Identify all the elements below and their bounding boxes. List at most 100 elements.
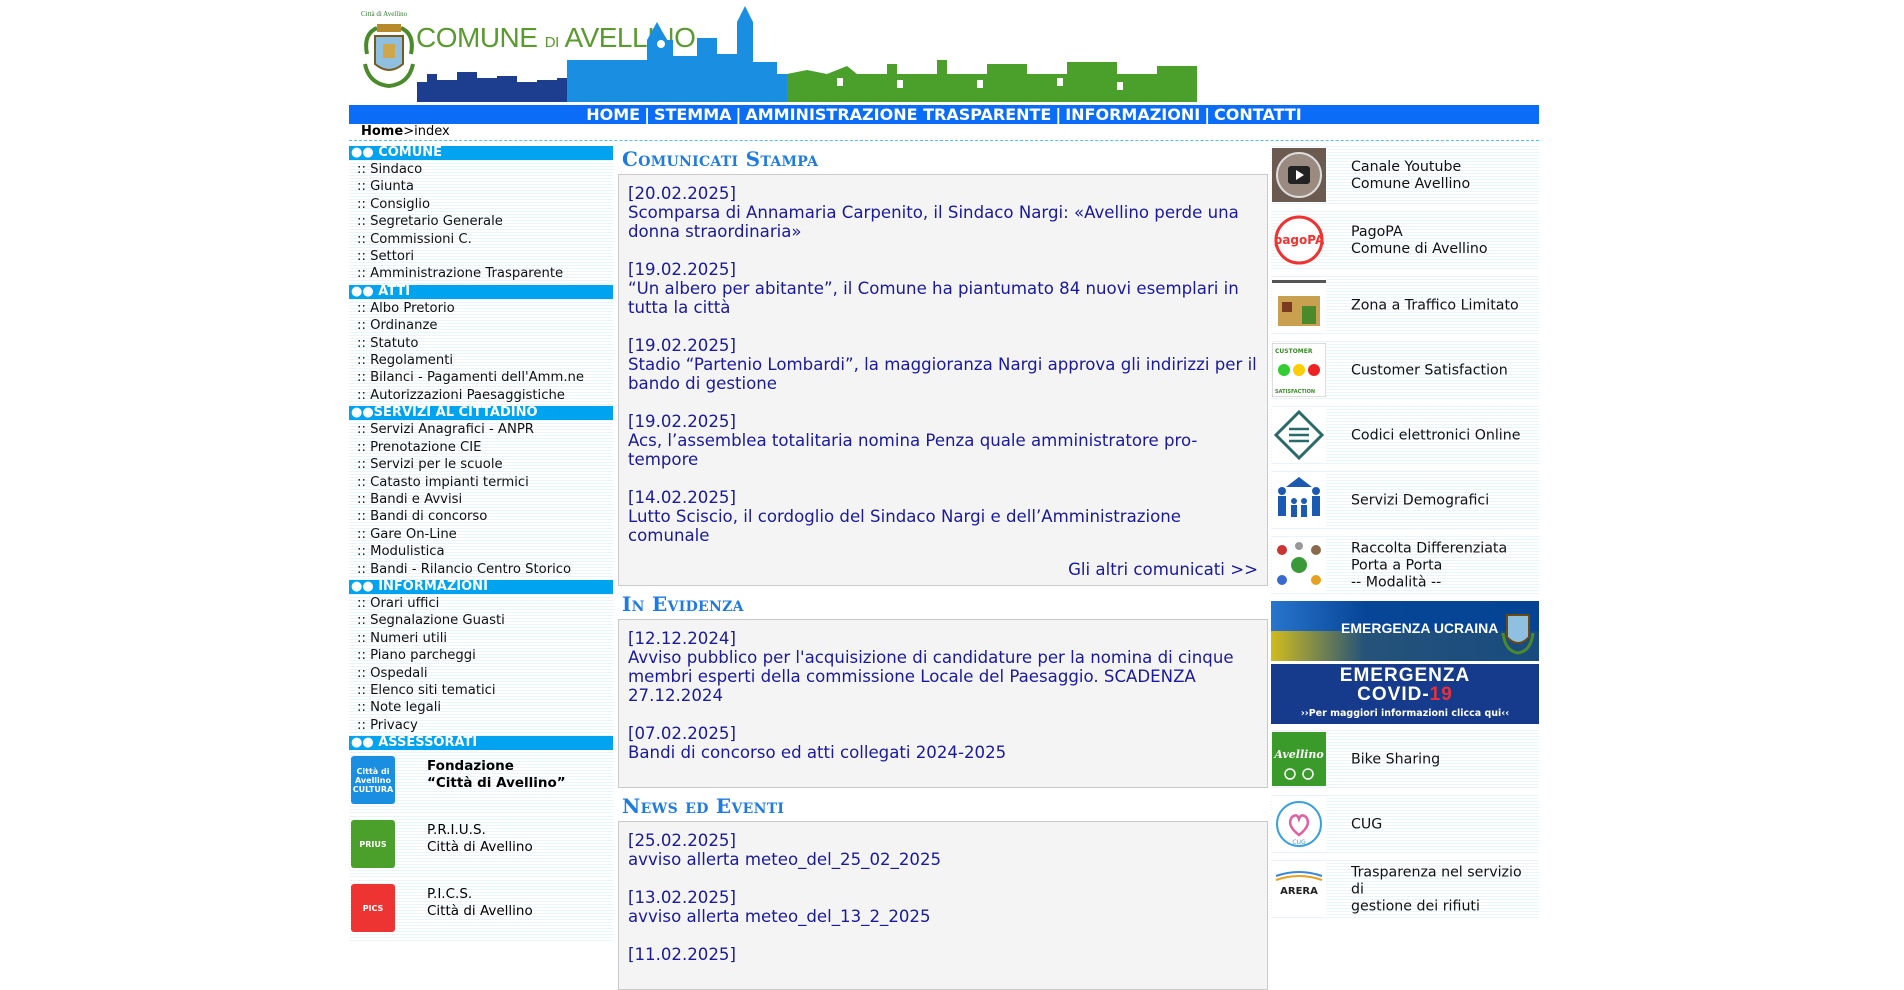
sidebar-item-elenco-siti-tematici[interactable]: :: Elenco siti tematici — [349, 682, 613, 699]
ztl-icon — [1272, 278, 1326, 332]
sidebar-item-giunta[interactable]: :: Giunta — [349, 178, 613, 195]
right-sidebar: Canale Youtube Comune Avellino pagoPA PagoP… — [1271, 146, 1539, 925]
news-item[interactable]: [25.02.2025] avviso allerta meteo_del_25_… — [628, 831, 1258, 869]
link-trasparenza-nel-servizio-di[interactable]: ARERA Trasparenza nel servizio di gestione… — [1271, 860, 1539, 920]
emergenza-ucraina-banner[interactable]: EMERGENZA UCRAINA — [1271, 601, 1539, 661]
bike-sharing-icon: Avellino — [1272, 732, 1326, 786]
sidebar-item-segnalazione-guasti[interactable]: :: Segnalazione Guasti — [349, 612, 613, 629]
svg-text:ARERA: ARERA — [1280, 886, 1318, 897]
sidebar-item-regolamenti[interactable]: :: Regolamenti — [349, 352, 613, 369]
link-label: Trasparenza nel servizio di gestione dei … — [1351, 864, 1522, 915]
news-item[interactable]: [07.02.2025] Bandi di concorso ed atti co… — [628, 724, 1258, 762]
news-title: “Un albero per abitante”, il Comune ha p… — [628, 279, 1239, 317]
news-date: [20.02.2025] — [628, 184, 736, 203]
sidebar-item-autorizzazioni-paesaggistiche[interactable]: :: Autorizzazioni Paesaggistiche — [349, 387, 613, 404]
link-label: Canale Youtube Comune Avellino — [1351, 159, 1471, 192]
news-item[interactable]: [14.02.2025] Lutto Sciscio, il cordoglio … — [628, 488, 1258, 545]
sidebar-item-piano-parcheggi[interactable]: :: Piano parcheggi — [349, 647, 613, 664]
sidebar-item-sindaco[interactable]: :: Sindaco — [349, 161, 613, 178]
menu-3: :: Orari uffici:: Segnalazione Guasti:: … — [349, 593, 613, 737]
comunicati-title: Comunicati Stampa — [622, 147, 819, 171]
sidebar-item-ospedali[interactable]: :: Ospedali — [349, 665, 613, 682]
sidebar-item-bandi-di-concorso[interactable]: :: Bandi di concorso — [349, 508, 613, 525]
news-item[interactable]: [12.12.2024] Avviso pubblico per l'acquis… — [628, 629, 1258, 705]
sidebar-item-bandi-rilancio-centro-storico[interactable]: :: Bandi - Rilancio Centro Storico — [349, 561, 613, 578]
sidebar-item-bandi-e-avvisi[interactable]: :: Bandi e Avvisi — [349, 491, 613, 508]
link-label: PagoPA Comune di Avellino — [1351, 224, 1488, 257]
sidebar-item-bilanci-pagamenti-dell-amm-ne[interactable]: :: Bilanci - Pagamenti dell'Amm.ne — [349, 369, 613, 386]
sidebar-item-statuto[interactable]: :: Statuto — [349, 335, 613, 352]
sidebar-item-amministrazione-trasparente[interactable]: :: Amministrazione Trasparente — [349, 265, 613, 282]
nav-contatti[interactable]: CONTATTI — [1214, 105, 1302, 124]
eventi-box: [25.02.2025] avviso allerta meteo_del_25_… — [618, 821, 1268, 990]
promo-label: P.I.C.S. Città di Avellino — [427, 886, 533, 920]
link-label: Customer Satisfaction — [1351, 362, 1508, 379]
emergenza-covid-banner[interactable]: EMERGENZA COVID-19 ››Per maggiori inform… — [1271, 664, 1539, 724]
citt-di-avellino-cultura-logo-icon: Città di Avellino CULTURA — [351, 756, 395, 805]
youtube-icon — [1272, 148, 1326, 202]
sidebar-item-segretario-generale[interactable]: :: Segretario Generale — [349, 213, 613, 230]
link-codici-elettronici-online[interactable]: Codici elettronici Online — [1271, 406, 1539, 466]
sidebar-item-catasto-impianti-termici[interactable]: :: Catasto impianti termici — [349, 474, 613, 491]
sidebar-item-ordinanze[interactable]: :: Ordinanze — [349, 317, 613, 334]
news-item[interactable]: [11.02.2025] — [628, 945, 1258, 964]
promo-fondazione[interactable]: Città di Avellino CULTURA Fondazione “Citt… — [349, 752, 613, 815]
news-title: avviso allerta meteo_del_25_02_2025 — [628, 850, 942, 869]
news-date: [11.02.2025] — [628, 945, 736, 964]
nav-home[interactable]: HOME — [586, 105, 640, 124]
sidebar-item-gare-on-line[interactable]: :: Gare On-Line — [349, 526, 613, 543]
sidebar-item-numeri-utili[interactable]: :: Numeri utili — [349, 630, 613, 647]
sidebar-item-commissioni-c[interactable]: :: Commissioni C. — [349, 231, 613, 248]
promo-label: Fondazione “Città di Avellino” — [427, 758, 566, 792]
news-item[interactable]: [19.02.2025] Stadio “Partenio Lombardi”, … — [628, 336, 1258, 393]
menu-0: :: Sindaco:: Giunta:: Consiglio:: Segret… — [349, 160, 613, 285]
pics-logo-icon: PICS — [351, 884, 395, 933]
sidebar-item-servizi-per-le-scuole[interactable]: :: Servizi per le scuole — [349, 456, 613, 473]
link-label: CUG — [1351, 816, 1383, 833]
news-title: Scomparsa di Annamaria Carpenito, il Sin… — [628, 203, 1239, 241]
sidebar-item-privacy[interactable]: :: Privacy — [349, 717, 613, 734]
breadcrumb-current: index — [414, 124, 450, 139]
eventi-title: News ed Eventi — [622, 794, 785, 818]
arera-icon: ARERA — [1272, 862, 1326, 916]
svg-text:pagoPA: pagoPA — [1274, 233, 1325, 247]
banner-covid-line2: COVID-19 — [1357, 684, 1453, 705]
link-pagopa[interactable]: pagoPA PagoPA Comune di Avellino — [1271, 211, 1539, 271]
nav-amministrazione-trasparente[interactable]: AMMINISTRAZIONE TRASPARENTE — [745, 105, 1051, 124]
news-date: [19.02.2025] — [628, 336, 736, 355]
link-label: Raccolta Differenziata Porta a Porta -- Mo… — [1351, 540, 1508, 591]
section-title-4: ●● ASSESSORATI — [349, 736, 613, 751]
link-servizi-demografici[interactable]: Servizi Demografici — [1271, 471, 1539, 531]
svg-text:CUSTOMER: CUSTOMER — [1275, 348, 1313, 355]
breadcrumb: Home>index — [361, 124, 450, 139]
pagopa-icon: pagoPA — [1272, 213, 1326, 267]
news-title: Stadio “Partenio Lombardi”, la maggioran… — [628, 355, 1257, 393]
sidebar-item-albo-pretorio[interactable]: :: Albo Pretorio — [349, 300, 613, 317]
news-item[interactable]: [13.02.2025] avviso allerta meteo_del_13_… — [628, 888, 1258, 926]
link-customer-satisfaction[interactable]: CUSTOMER SATISFACTION Customer Satisfactio… — [1271, 341, 1539, 401]
news-item[interactable]: [20.02.2025] Scomparsa di Annamaria Carpe… — [628, 184, 1258, 241]
sidebar-item-prenotazione-cie[interactable]: :: Prenotazione CIE — [349, 439, 613, 456]
link-canale-youtube[interactable]: Canale Youtube Comune Avellino — [1271, 146, 1539, 206]
sidebar-item-modulistica[interactable]: :: Modulistica — [349, 543, 613, 560]
news-item[interactable]: [19.02.2025] “Un albero per abitante”, il… — [628, 260, 1258, 317]
nav-informazioni[interactable]: INFORMAZIONI — [1065, 105, 1200, 124]
cug-icon: CUG — [1272, 797, 1326, 851]
sidebar-item-consiglio[interactable]: :: Consiglio — [349, 196, 613, 213]
news-date: [25.02.2025] — [628, 831, 736, 850]
link-raccolta-differenziata[interactable]: Raccolta Differenziata Porta a Porta -- Mo… — [1271, 536, 1539, 596]
sidebar-item-settori[interactable]: :: Settori — [349, 248, 613, 265]
link-cug[interactable]: CUG CUG — [1271, 795, 1539, 855]
link-zona-a-traffico-limitato[interactable]: Zona a Traffico Limitato — [1271, 276, 1539, 336]
news-item[interactable]: [19.02.2025] Acs, l’assemblea totalitaria… — [628, 412, 1258, 469]
divider — [349, 140, 1539, 141]
sidebar-item-note-legali[interactable]: :: Note legali — [349, 699, 613, 716]
news-title: Lutto Sciscio, il cordoglio del Sindaco … — [628, 507, 1181, 545]
breadcrumb-home[interactable]: Home — [361, 124, 403, 139]
sidebar-item-orari-uffici[interactable]: :: Orari uffici — [349, 595, 613, 612]
sidebar-item-servizi-anagrafici-anpr[interactable]: :: Servizi Anagrafici - ANPR — [349, 421, 613, 438]
link-bike-sharing[interactable]: Avellino Bike Sharing — [1271, 730, 1539, 790]
more-comunicati-link[interactable]: Gli altri comunicati >> — [628, 560, 1258, 579]
nav-stemma[interactable]: STEMMA — [654, 105, 732, 124]
promo-p-r-i-u-s[interactable]: PRIUS P.R.I.U.S. Città di Avellino — [349, 816, 613, 879]
